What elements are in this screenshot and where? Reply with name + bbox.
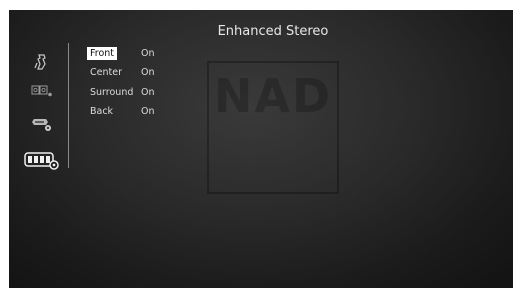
setting-value: On — [141, 86, 155, 98]
setting-row-surround[interactable]: Surround On — [88, 85, 155, 99]
osd-screen: NAD Enhanced Stereo Front On Center On S… — [9, 10, 513, 288]
setting-label: Surround — [90, 86, 134, 98]
setting-value: On — [141, 105, 155, 117]
setting-value: On — [141, 47, 155, 59]
setting-row-back[interactable]: Back On — [88, 104, 155, 118]
speaker-settings-icon[interactable] — [30, 114, 54, 134]
listening-mode-icon[interactable] — [23, 149, 61, 171]
setting-label: Back — [90, 105, 114, 117]
watermark-text: NAD — [213, 69, 333, 123]
source-input-icon[interactable] — [30, 82, 54, 100]
setting-label: Front — [87, 46, 118, 60]
nad-logo-watermark: NAD — [207, 61, 339, 194]
page-title: Enhanced Stereo — [217, 24, 329, 39]
setting-row-front[interactable]: Front On — [87, 46, 155, 60]
speaker-setup-icon[interactable] — [30, 52, 52, 72]
setting-label: Center — [90, 66, 122, 78]
setting-value: On — [141, 66, 155, 78]
setting-row-center[interactable]: Center On — [88, 65, 155, 79]
sidebar-divider — [68, 43, 69, 168]
